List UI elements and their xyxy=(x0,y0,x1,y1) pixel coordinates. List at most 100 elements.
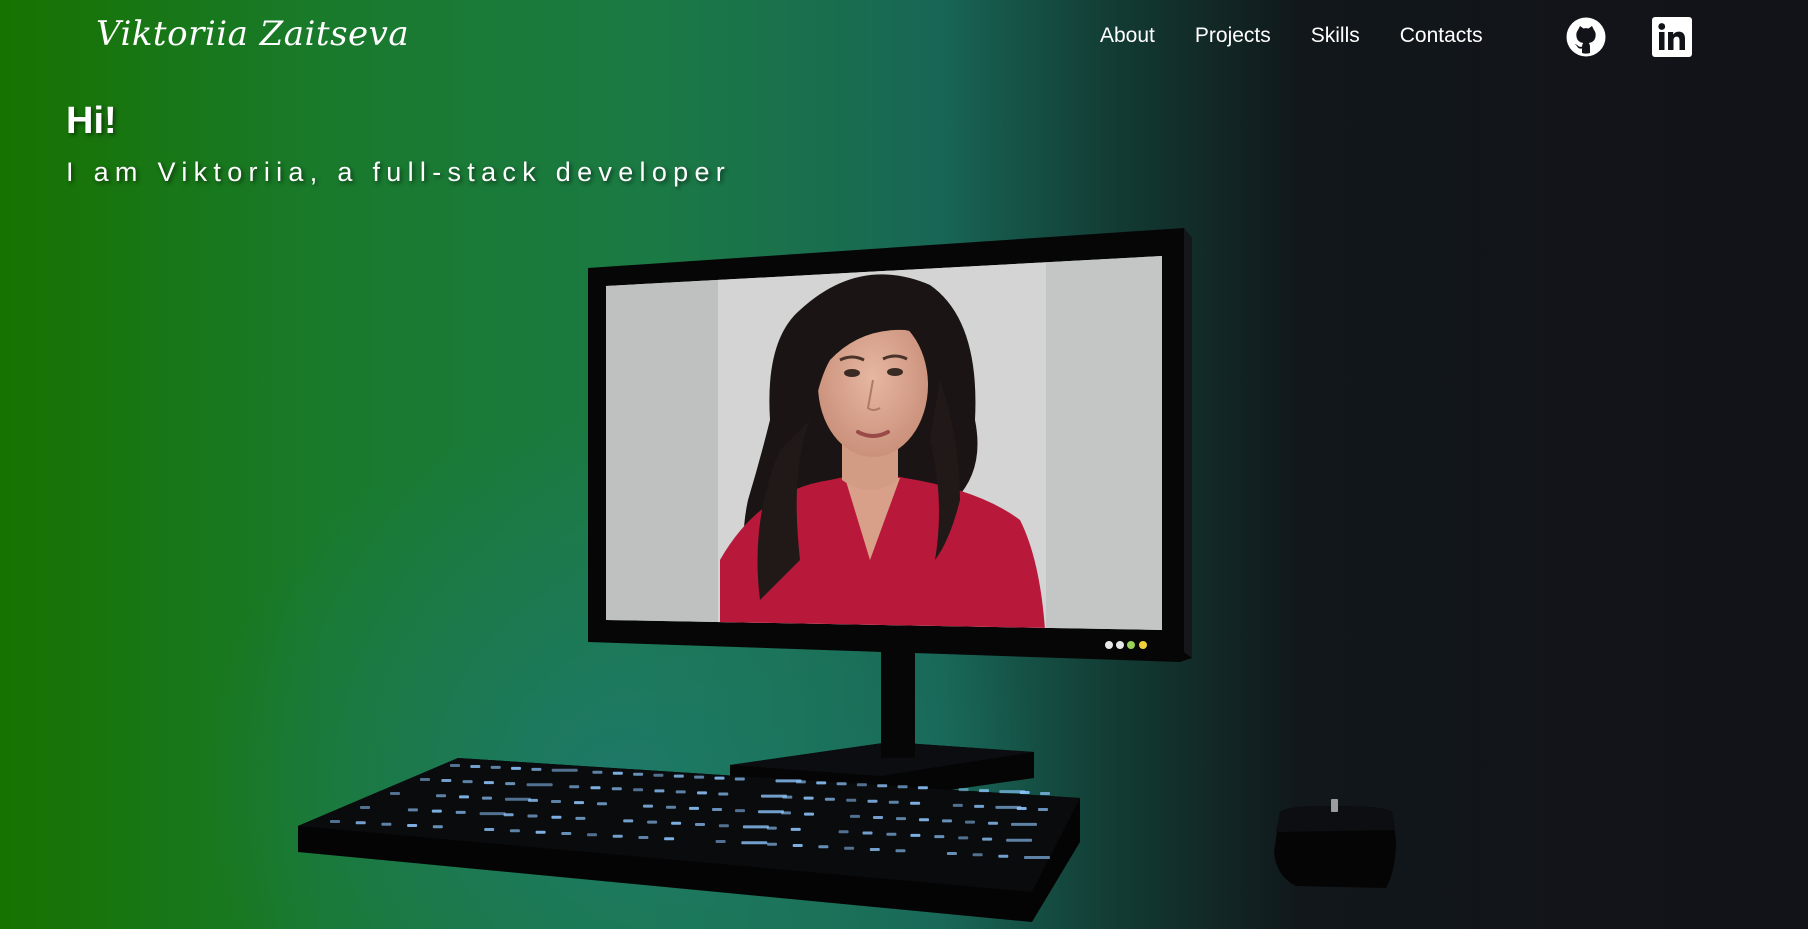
keyboard-key xyxy=(569,785,580,789)
keyboard-key xyxy=(735,809,745,813)
keyboard-key xyxy=(455,810,466,814)
keyboard-key xyxy=(838,830,849,834)
keyboard-key xyxy=(965,820,975,824)
keyboard-key xyxy=(818,845,829,849)
keyboard-key xyxy=(877,784,888,788)
keyboard-key xyxy=(666,805,676,809)
keyboard-key xyxy=(441,779,452,782)
keyboard-key xyxy=(982,837,993,841)
keyboard-key xyxy=(450,764,460,767)
indicator-light xyxy=(1139,641,1147,649)
keyboard-key xyxy=(490,765,501,769)
keyboard-key xyxy=(381,822,392,826)
keyboard-key xyxy=(551,800,561,803)
keyboard-key xyxy=(587,833,597,837)
keyboard-key xyxy=(436,794,446,798)
keyboard-key xyxy=(592,770,603,774)
keyboard-key xyxy=(675,790,686,794)
keyboard-key xyxy=(718,792,729,796)
keyboard-key xyxy=(360,806,370,809)
indicator-light xyxy=(1105,641,1113,649)
keyboard-key xyxy=(390,792,400,795)
keyboard-key xyxy=(767,842,777,846)
keyboard-key xyxy=(856,783,867,787)
keyboard-key xyxy=(561,832,572,835)
keyboard-key xyxy=(462,780,473,784)
keyboard-key xyxy=(420,778,430,781)
keyboard-key xyxy=(575,816,586,820)
keyboard-key xyxy=(919,818,929,822)
keyboard-key xyxy=(896,817,906,821)
keyboard-key xyxy=(816,781,827,785)
keyboard-key xyxy=(671,821,682,825)
indicator-light xyxy=(1116,641,1124,649)
keyboard-key xyxy=(946,852,957,855)
keyboard-key xyxy=(824,797,835,801)
keyboard-key xyxy=(431,809,442,813)
keyboard-key xyxy=(958,836,969,840)
keyboard-key xyxy=(869,848,880,851)
keyboard-key xyxy=(790,827,801,831)
keyboard-key xyxy=(804,812,814,816)
keyboard-key xyxy=(998,854,1009,858)
keyboard-key xyxy=(633,788,644,792)
keyboard-key xyxy=(697,791,707,795)
keyboard-key xyxy=(694,775,705,779)
keyboard-key xyxy=(781,811,791,815)
keyboard-key xyxy=(718,824,729,828)
keyboard-key xyxy=(551,768,578,772)
keyboard-key xyxy=(470,765,481,768)
keyboard-key xyxy=(597,802,607,806)
keyboard-key xyxy=(528,798,538,802)
keyboard-key xyxy=(988,821,998,825)
keyboard-key xyxy=(766,826,777,830)
keyboard-key xyxy=(459,795,469,799)
keyboard-key xyxy=(873,816,883,819)
keyboard-key xyxy=(664,837,675,841)
keyboard-key xyxy=(623,819,634,823)
keyboard-key xyxy=(742,825,769,829)
keyboard-key xyxy=(952,803,963,807)
keyboard-key xyxy=(712,808,722,811)
mouse xyxy=(1274,799,1396,888)
keyboard-key xyxy=(895,849,906,853)
keyboard-key xyxy=(850,814,860,818)
keyboard-key xyxy=(942,819,952,823)
keyboard-key xyxy=(330,820,340,823)
keyboard-key xyxy=(695,823,705,826)
keyboard-key xyxy=(867,799,878,803)
keyboard-key xyxy=(1011,822,1037,826)
keyboard-key xyxy=(503,813,514,817)
keyboard-key xyxy=(1019,791,1030,794)
keyboard-key xyxy=(509,829,520,833)
keyboard-key xyxy=(611,787,622,791)
indicator-light xyxy=(1127,641,1135,649)
keyboard-key xyxy=(527,814,538,818)
profile-photo xyxy=(606,256,1162,630)
monitor xyxy=(588,228,1192,800)
keyboard-key xyxy=(1006,838,1033,842)
keyboard-key xyxy=(741,841,768,845)
keyboard-key xyxy=(633,772,644,776)
keyboard-key xyxy=(432,825,443,829)
keyboard-key xyxy=(505,797,531,801)
keyboard-key xyxy=(407,824,418,827)
keyboard-key xyxy=(734,777,745,781)
keyboard-key xyxy=(483,781,494,785)
keyboard-key xyxy=(407,808,418,812)
keyboard-key xyxy=(886,832,897,836)
keyboard-key xyxy=(638,836,649,839)
keyboard-key xyxy=(844,846,855,850)
keyboard-key xyxy=(979,789,989,793)
keyboard-key xyxy=(574,801,584,805)
keyboard-key xyxy=(803,796,814,800)
keyboard-key xyxy=(715,840,726,843)
keyboard-key xyxy=(482,796,492,800)
keyboard-key xyxy=(1016,807,1027,810)
keyboard-key xyxy=(673,774,684,778)
keyboard-key xyxy=(531,767,542,771)
keyboard-key xyxy=(551,815,562,819)
keyboard-key xyxy=(689,806,699,810)
keyboard-key xyxy=(910,833,921,837)
keyboard-key xyxy=(792,844,803,847)
